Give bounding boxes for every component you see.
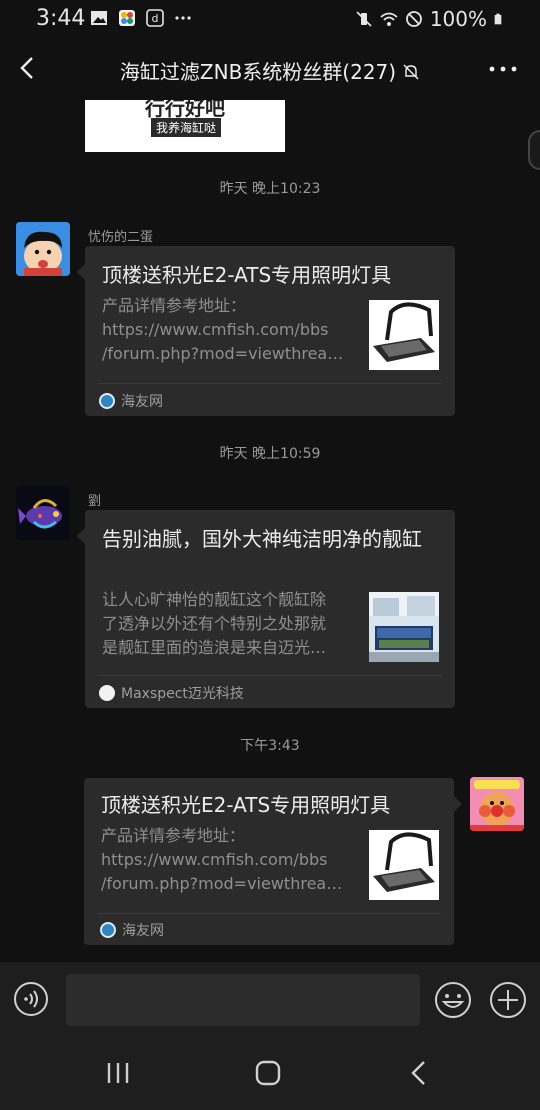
card-source: 海友网 <box>100 920 164 940</box>
card-title: 告别油腻，国外大神纯洁明净的靓缸 <box>102 527 422 551</box>
nav-back-icon[interactable] <box>406 1060 434 1086</box>
more-dots-icon[interactable] <box>488 56 518 82</box>
avatar[interactable] <box>16 222 70 276</box>
card-description: 产品详情参考地址： https://www.cmfish.com/bbs /fo… <box>101 826 343 893</box>
card-divider <box>97 913 441 914</box>
home-icon[interactable] <box>254 1060 282 1086</box>
cartoon-boy-avatar-icon <box>16 222 70 276</box>
message-input[interactable] <box>66 974 420 1026</box>
svg-text:d: d <box>152 12 159 25</box>
card-description: 产品详情参考地址： https://www.cmfish.com/bbs /fo… <box>102 296 344 363</box>
avatar[interactable] <box>16 486 70 540</box>
image-message[interactable]: 行行好吧 我养海缸哒 <box>85 100 285 152</box>
source-logo-icon <box>99 685 115 701</box>
aquarium-room-image <box>369 592 439 662</box>
input-bar <box>0 962 540 1034</box>
plus-icon[interactable] <box>489 981 527 1019</box>
timestamp: 下午3:43 <box>240 738 300 754</box>
card-title: 顶楼送积光E2-ATS专用照明灯具 <box>101 793 391 817</box>
link-card[interactable]: 告别油腻，国外大神纯洁明净的靓缸 让人心旷神怡的靓缸这个靓缸除 了透净以外还有个… <box>77 510 455 708</box>
battery-icon <box>494 13 502 25</box>
card-thumbnail <box>369 592 439 662</box>
system-nav-bar <box>0 1034 540 1110</box>
lamp-product-image <box>369 300 439 370</box>
timestamp: 昨天 晚上10:23 <box>219 181 321 197</box>
bubble-tail <box>77 528 85 544</box>
image-caption: 我养海缸哒 <box>151 118 222 137</box>
sender-name: 忧伤的二蛋 <box>88 230 154 245</box>
group-name: 海缸过滤ZNB系统粉丝群(227) <box>119 60 397 84</box>
more-notifications-icon <box>175 16 191 20</box>
link-card[interactable]: 顶楼送积光E2-ATS专用照明灯具 产品详情参考地址： https://www.… <box>84 778 462 945</box>
card-divider <box>98 383 442 384</box>
no-sim-icon <box>405 11 422 27</box>
chat-title: 海缸过滤ZNB系统粉丝群(227) <box>0 56 540 85</box>
card-title: 顶楼送积光E2-ATS专用照明灯具 <box>102 263 392 287</box>
fish-avatar-icon <box>16 486 70 540</box>
scroll-handle[interactable] <box>528 130 540 170</box>
card-description: 让人心旷神怡的靓缸这个靓缸除 了透净以外还有个特别之处那就 是靓缸里面的造浪是来… <box>102 590 327 657</box>
bubble-tail <box>77 264 85 280</box>
source-name: 海友网 <box>122 923 164 939</box>
status-bar: 3:44 d 100% <box>0 0 540 38</box>
card-thumbnail <box>369 830 439 900</box>
source-logo-icon <box>100 922 116 938</box>
timestamp: 昨天 晚上10:59 <box>219 446 321 462</box>
wifi-icon <box>380 12 398 26</box>
card-source: 海友网 <box>99 391 163 411</box>
chat-header: 海缸过滤ZNB系统粉丝群(227) <box>0 38 540 100</box>
status-time: 3:44 <box>36 6 86 31</box>
lamp-product-image <box>369 830 439 900</box>
app-notification-icon: d <box>146 9 164 27</box>
chat-messages[interactable]: 行行好吧 我养海缸哒 昨天 晚上10:23 忧伤的二蛋 顶楼送积光E2-ATS专… <box>0 100 540 962</box>
gallery-notification-icon <box>91 11 107 25</box>
anpanman-avatar-icon <box>470 777 524 831</box>
card-divider <box>98 675 442 676</box>
recents-icon[interactable] <box>104 1060 132 1086</box>
photos-notification-icon <box>119 10 135 26</box>
card-source: Maxspect迈光科技 <box>99 683 244 703</box>
battery-percent: 100% <box>429 7 487 31</box>
link-card[interactable]: 顶楼送积光E2-ATS专用照明灯具 产品详情参考地址： https://www.… <box>77 246 455 416</box>
source-logo-icon <box>99 393 115 409</box>
avatar[interactable] <box>470 777 524 831</box>
notification-icons: d <box>90 9 192 27</box>
bubble-tail <box>454 796 462 812</box>
mute-bell-icon <box>403 64 419 80</box>
vibrate-mute-icon <box>356 11 372 27</box>
card-thumbnail <box>369 300 439 370</box>
source-name: Maxspect迈光科技 <box>121 686 244 702</box>
voice-icon[interactable] <box>13 981 49 1017</box>
sender-name: 劉 <box>88 494 102 509</box>
source-name: 海友网 <box>121 394 163 410</box>
system-status-icons: 100% <box>355 7 506 31</box>
emoji-icon[interactable] <box>434 981 472 1019</box>
